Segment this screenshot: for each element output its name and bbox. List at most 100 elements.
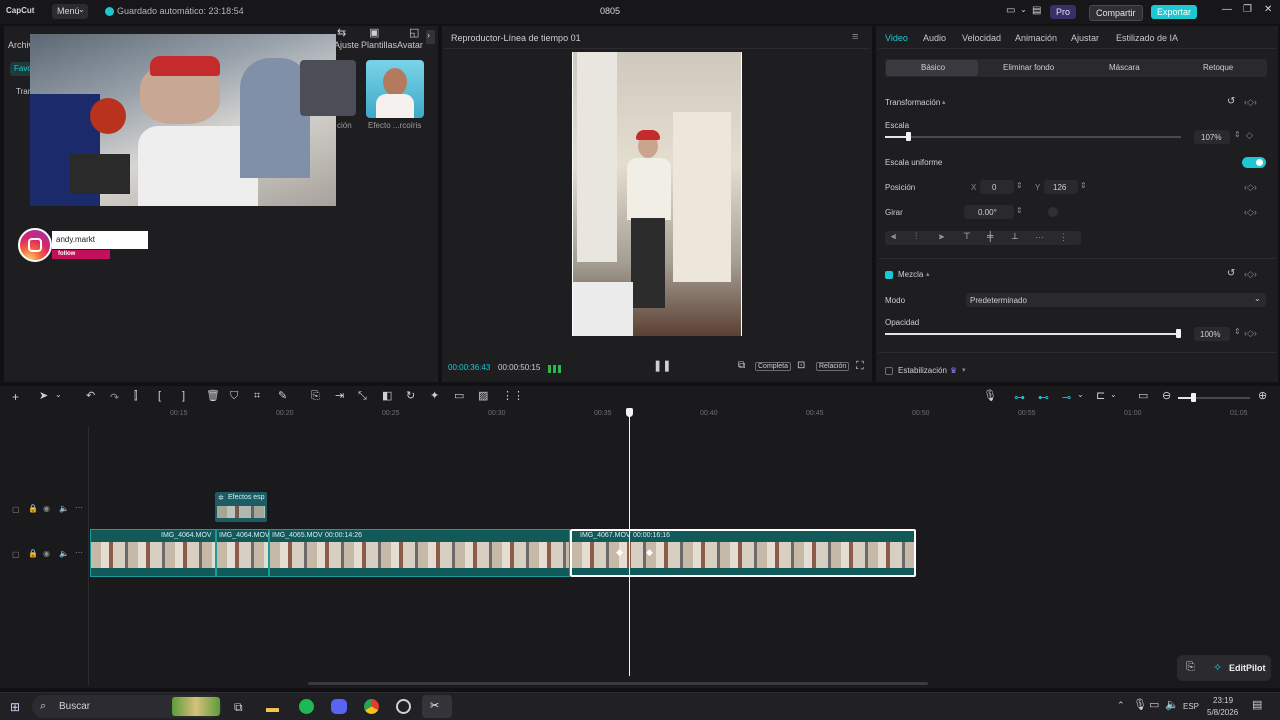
keyframe-icon[interactable]: ‹◇› xyxy=(1244,182,1257,193)
windows-start-icon[interactable]: ⊞ xyxy=(10,700,20,714)
magic-icon[interactable]: ✦ xyxy=(430,391,439,402)
chevron-down-icon[interactable]: ⌄ xyxy=(1110,391,1117,399)
crop-icon[interactable]: ⌗ xyxy=(254,391,260,402)
maximize-icon[interactable]: ❐ xyxy=(1243,4,1252,15)
opacity-input[interactable]: 100% xyxy=(1194,327,1230,341)
keyframe-icon[interactable]: ‹◇› xyxy=(1244,97,1257,108)
stepper-icon[interactable]: ⇕ xyxy=(1234,327,1241,336)
rainbow-effect-card[interactable] xyxy=(366,60,424,118)
video-clip[interactable]: IMG_4064.MOV xyxy=(90,529,216,577)
discord-icon[interactable] xyxy=(331,699,347,714)
uniform-scale-toggle[interactable] xyxy=(1242,157,1266,168)
scale-input[interactable]: 107% xyxy=(1194,130,1230,144)
mirror-icon[interactable]: ◧ xyxy=(382,391,392,402)
file-explorer-icon[interactable]: ▬ xyxy=(266,700,279,715)
keyframe-icon[interactable]: ‹◇› xyxy=(1244,269,1257,280)
subtitle-icon[interactable]: ▭ xyxy=(454,391,464,402)
auto-snap-icon[interactable]: ⊷ xyxy=(1038,391,1049,404)
volume-icon[interactable]: 🔈 xyxy=(1165,700,1179,711)
eye-icon[interactable]: ◉ xyxy=(43,549,50,558)
undo-icon[interactable]: ↶ xyxy=(86,391,95,402)
capcut-taskbar-item[interactable]: ✂ xyxy=(422,695,452,718)
effect-card[interactable] xyxy=(300,60,356,116)
video-clip[interactable]: IMG_4065.MOV 00:00:14:26 xyxy=(269,529,570,577)
scale-slider[interactable] xyxy=(885,132,1181,141)
keyframe-icon[interactable]: ‹◇› xyxy=(1244,328,1257,339)
chevron-up-icon[interactable]: ⌃ xyxy=(1117,701,1125,710)
search-box[interactable]: ⌕ Buscar xyxy=(32,695,222,718)
time-ruler[interactable]: 00:15 00:20 00:25 00:30 00:35 00:40 00:4… xyxy=(90,408,1280,420)
mode-select[interactable]: Predeterminado ⌄ xyxy=(966,293,1266,307)
linkage-icon[interactable]: ⊸ xyxy=(1062,391,1071,404)
stabilization-label[interactable]: Estabilización xyxy=(898,366,947,375)
tab-audio[interactable]: Audio xyxy=(923,33,946,43)
stepper-icon[interactable]: ⇕ xyxy=(1016,181,1023,190)
stabilization-checkbox[interactable] xyxy=(885,367,893,375)
subtab-mascara[interactable]: Máscara xyxy=(1109,63,1140,72)
chevron-down-icon[interactable]: ▾ xyxy=(962,366,966,374)
chevron-down-icon[interactable]: ⌄ xyxy=(1077,391,1084,399)
select-cursor-icon[interactable]: ➤ xyxy=(39,391,48,402)
editpilot-widget[interactable]: ⎘ ✧ EditPilot xyxy=(1177,655,1271,681)
split-right-icon[interactable]: ] xyxy=(182,391,185,402)
lock-icon[interactable]: 🔒 xyxy=(28,549,38,558)
video-preview[interactable] xyxy=(572,52,742,336)
redo-icon[interactable]: ↷ xyxy=(110,391,119,404)
fullscreen-icon[interactable]: ⛶ xyxy=(856,361,864,372)
stepper-icon[interactable]: ⇕ xyxy=(1080,181,1087,190)
spotify-icon[interactable] xyxy=(299,699,314,714)
complete-button[interactable]: Completa xyxy=(755,362,791,371)
playhead[interactable] xyxy=(626,408,633,676)
export-button[interactable]: Exportar xyxy=(1151,5,1198,19)
chevron-up-icon[interactable]: ▴ xyxy=(942,98,946,106)
screenshot-icon[interactable]: ⊡ xyxy=(797,361,805,371)
align-center-v-icon[interactable]: ╪ xyxy=(987,232,993,241)
blend-checkbox[interactable] xyxy=(885,271,893,279)
reverse-icon[interactable]: ⤡ xyxy=(358,391,367,402)
keyframe-icon[interactable]: ◆ xyxy=(616,547,623,558)
tab-estilizado-ia[interactable]: Estilizado de IA xyxy=(1116,33,1178,43)
zoom-out-icon[interactable]: ⊖ xyxy=(1162,391,1171,402)
more-icon[interactable]: ⋯ xyxy=(75,548,83,557)
stepper-icon[interactable]: ⇕ xyxy=(1234,130,1241,139)
video-clip-selected[interactable]: IMG_4067.MOV 00:00:16:16 ◆ ◆ xyxy=(570,529,916,577)
tab-video[interactable]: Video xyxy=(885,33,908,43)
subtab-eliminar-fondo[interactable]: Eliminar fondo xyxy=(1003,63,1054,72)
tab-ajuste[interactable]: Ajuste xyxy=(334,40,359,50)
track-visibility-icon[interactable]: ▢ xyxy=(12,550,20,559)
stepper-icon[interactable]: ⇕ xyxy=(1016,206,1023,215)
notification-icon[interactable]: ▤ xyxy=(1252,700,1262,711)
reset-icon[interactable]: ↺ xyxy=(1227,97,1235,107)
split-icon[interactable]: ⫿ xyxy=(134,391,138,402)
clock-date[interactable]: 5/8/2026 xyxy=(1207,708,1238,717)
align-left-icon[interactable]: ⫷ xyxy=(891,232,896,241)
zoom-slider[interactable] xyxy=(1178,393,1250,402)
shortcut-icon[interactable]: ▤ xyxy=(1032,5,1041,16)
eye-icon[interactable]: ◉ xyxy=(43,504,50,513)
microphone-icon[interactable]: 🎙 xyxy=(983,391,997,402)
align-bottom-icon[interactable]: ⊥ xyxy=(1011,232,1019,241)
close-icon[interactable]: ✕ xyxy=(1264,4,1272,15)
rotate-icon[interactable]: ↻ xyxy=(406,391,415,402)
image-icon[interactable]: ▨ xyxy=(478,391,488,402)
section-transform[interactable]: Transformación xyxy=(885,98,940,107)
zoom-in-icon[interactable]: ⊕ xyxy=(1258,391,1267,402)
ratio-button[interactable]: Relación xyxy=(816,362,850,371)
add-track-icon[interactable]: + xyxy=(12,391,19,403)
ai-edit-icon[interactable]: ✎ xyxy=(278,391,287,402)
tabs-scroll-right[interactable]: › xyxy=(426,30,435,44)
rotate-input[interactable]: 0.00° xyxy=(964,205,1014,219)
distribute-h-icon[interactable]: ⋯ xyxy=(1035,232,1044,243)
speed-icon[interactable]: ⎘ xyxy=(311,391,320,402)
timeline-scrollbar[interactable] xyxy=(308,682,928,685)
opacity-slider[interactable] xyxy=(885,329,1181,338)
tab-velocidad[interactable]: Velocidad xyxy=(962,33,1001,43)
delete-icon[interactable]: 🗑 xyxy=(206,391,220,402)
network-icon[interactable]: ▭ xyxy=(1149,700,1159,711)
subtab-retoque[interactable]: Retoque xyxy=(1203,63,1233,72)
section-blend[interactable]: Mezcla xyxy=(898,270,923,279)
menu-icon[interactable]: ≡ xyxy=(852,32,858,43)
mark-icon[interactable]: ⛉ xyxy=(230,391,238,402)
subtab-basico[interactable]: Básico xyxy=(886,60,978,76)
menu-button[interactable]: Menú ⌄ xyxy=(52,4,88,19)
